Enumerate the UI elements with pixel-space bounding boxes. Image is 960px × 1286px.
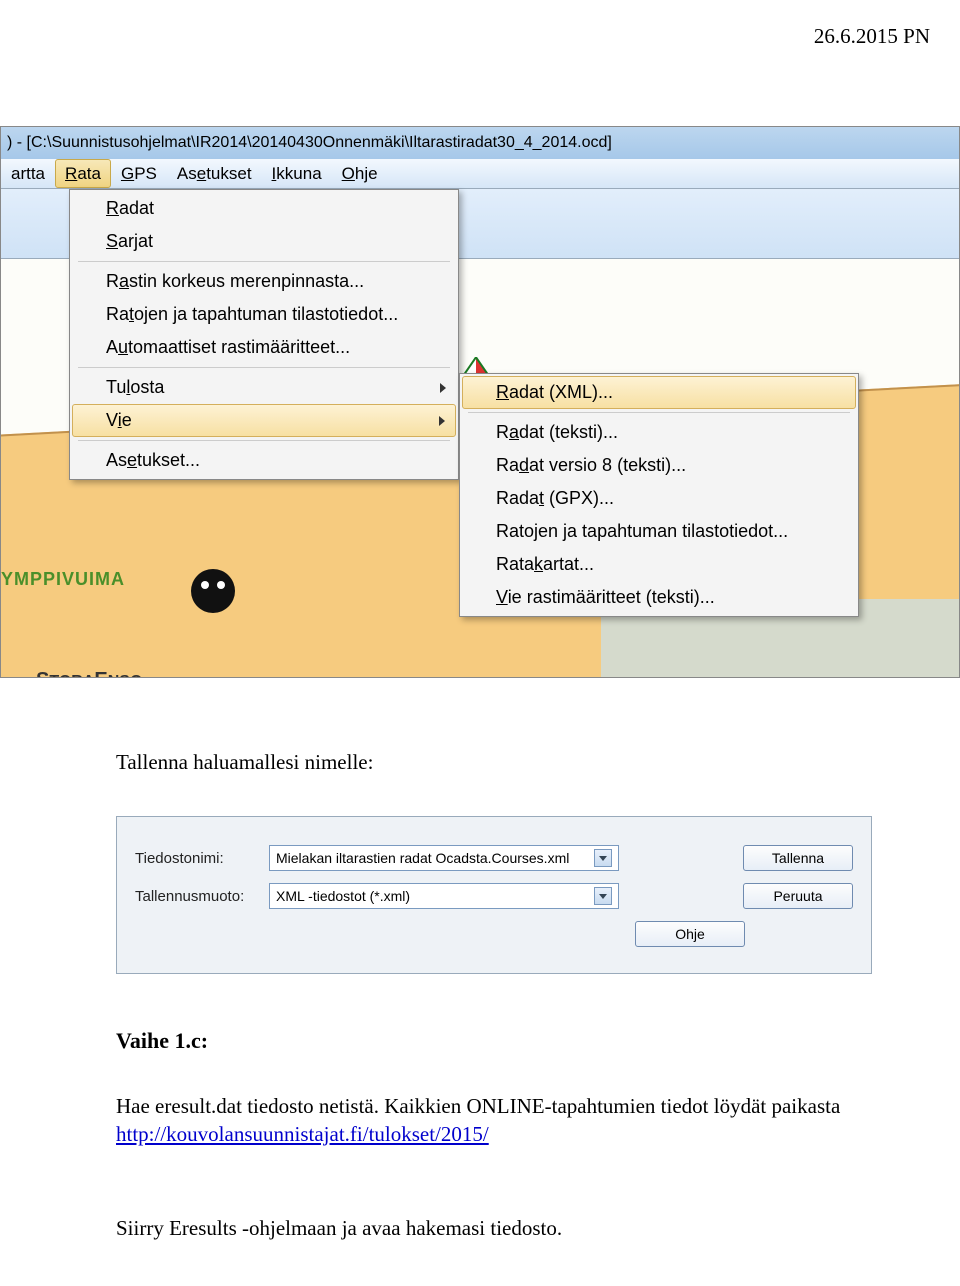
menu-ohje[interactable]: Ohje (332, 159, 388, 188)
link-tulokset[interactable]: http://kouvolansuunnistajat.fi/tulokset/… (116, 1122, 489, 1146)
menu-item-auto-rasti[interactable]: Automaattiset rastimääritteet... (72, 331, 456, 364)
menu-item-vie-rasti[interactable]: Vie rastimääritteet (teksti)... (462, 581, 856, 614)
menu-kartta[interactable]: artta (1, 159, 55, 188)
body-text-tallenna: Tallenna haluamallesi nimelle: (116, 750, 373, 775)
select-filetype[interactable]: XML -tiedostot (*.xml) (269, 883, 619, 909)
select-filetype-value: XML -tiedostot (*.xml) (276, 888, 410, 904)
menu-item-ratakartat[interactable]: Ratakartat... (462, 548, 856, 581)
menu-ikkuna[interactable]: Ikkuna (262, 159, 332, 188)
menu-separator (468, 412, 850, 413)
menu-item-radat-v8[interactable]: Radat versio 8 (teksti)... (462, 449, 856, 482)
label-filetype: Tallennusmuoto: (135, 888, 255, 905)
menu-item-rastin-korkeus[interactable]: Rastin korkeus merenpinnasta... (72, 265, 456, 298)
dropdown-button[interactable] (594, 849, 612, 867)
menu-separator (78, 440, 450, 441)
menu-item-radat[interactable]: Radat (72, 192, 456, 225)
paragraph-hae: Hae eresult.dat tiedosto netistä. Kaikki… (116, 1092, 876, 1149)
ocad-app-screenshot: ) - [C:\Suunnistusohjelmat\IR2014\201404… (0, 126, 960, 678)
help-button[interactable]: Ohje (635, 921, 745, 947)
menu-item-vie[interactable]: Vie (72, 404, 456, 437)
submenu-arrow-icon (440, 383, 446, 393)
page-date: 26.6.2015 PN (814, 24, 930, 49)
menu-item-asetukset[interactable]: Asetukset... (72, 444, 456, 477)
menu-separator (78, 367, 450, 368)
sponsor-logo-icon (191, 569, 235, 613)
chevron-down-icon (599, 856, 607, 861)
submenu-arrow-icon (439, 416, 445, 426)
cancel-button[interactable]: Peruuta (743, 883, 853, 909)
menu-item-ratojen-tilasto[interactable]: Ratojen ja tapahtuman tilastotiedot... (72, 298, 456, 331)
menubar: artta Rata GPS Asetukset Ikkuna Ohje (1, 159, 959, 189)
sponsor-text-stora: STORAENSO (36, 669, 142, 677)
window-titlebar: ) - [C:\Suunnistusohjelmat\IR2014\201404… (1, 127, 959, 159)
input-filename[interactable]: Mielakan iltarastien radat Ocadsta.Cours… (269, 845, 619, 871)
menu-gps[interactable]: GPS (111, 159, 167, 188)
label-filename: Tiedostonimi: (135, 850, 255, 867)
menu-rata[interactable]: Rata (55, 159, 111, 188)
rata-menu: Radat Sarjat Rastin korkeus merenpinnast… (69, 189, 459, 480)
text-hae: Hae eresult.dat tiedosto netistä. Kaikki… (116, 1094, 840, 1118)
menu-item-radat-xml[interactable]: Radat (XML)... (462, 376, 856, 409)
menu-item-radat-teksti[interactable]: Radat (teksti)... (462, 416, 856, 449)
menu-separator (78, 261, 450, 262)
dropdown-button[interactable] (594, 887, 612, 905)
save-button[interactable]: Tallenna (743, 845, 853, 871)
paragraph-siirry: Siirry Eresults -ohjelmaan ja avaa hakem… (116, 1216, 562, 1241)
menu-asetukset[interactable]: Asetukset (167, 159, 262, 188)
input-filename-value: Mielakan iltarastien radat Ocadsta.Cours… (276, 850, 569, 866)
sponsor-text-ymppi: YMPPIVUIMA (1, 569, 125, 590)
save-dialog: Tiedostonimi: Mielakan iltarastien radat… (116, 816, 872, 974)
menu-item-tulosta[interactable]: Tulosta (72, 371, 456, 404)
menu-item-radat-gpx[interactable]: Radat (GPX)... (462, 482, 856, 515)
heading-vaihe: Vaihe 1.c: (116, 1028, 208, 1054)
menu-item-sarjat[interactable]: Sarjat (72, 225, 456, 258)
menu-item-sub-ratojen-tilasto[interactable]: Ratojen ja tapahtuman tilastotiedot... (462, 515, 856, 548)
chevron-down-icon (599, 894, 607, 899)
vie-submenu: Radat (XML)... Radat (teksti)... Radat v… (459, 373, 859, 617)
